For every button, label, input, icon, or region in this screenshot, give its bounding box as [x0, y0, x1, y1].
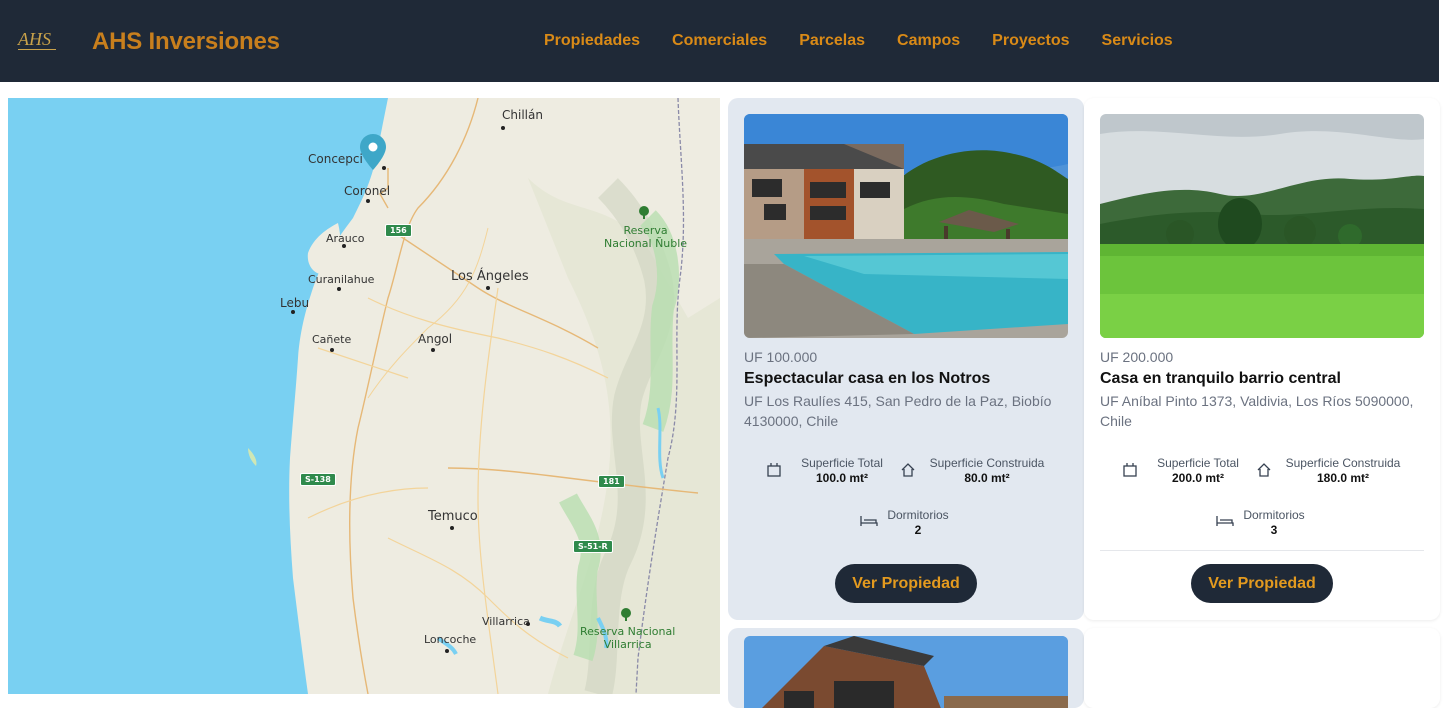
nav-servicios[interactable]: Servicios — [1102, 32, 1173, 50]
feature-label: Superficie Total — [1157, 456, 1239, 470]
park-tree-icon — [621, 608, 631, 621]
map-city-dot — [337, 287, 341, 291]
map-label-los-angeles: Los Ángeles — [451, 269, 529, 284]
map-label-chillan: Chillán — [502, 108, 543, 122]
ver-propiedad-button[interactable]: Ver Propiedad — [835, 564, 977, 603]
nav-propiedades[interactable]: Propiedades — [544, 32, 640, 50]
route-shield-156: 156 — [385, 224, 412, 237]
map-label-canete: Cañete — [312, 333, 352, 346]
map-city-dot — [342, 244, 346, 248]
feature-label: Superficie Construida — [1285, 456, 1401, 470]
feature-label: Dormitorios — [1243, 508, 1305, 522]
feature-label: Dormitorios — [887, 508, 949, 522]
route-shield-s138: S-138 — [300, 473, 336, 486]
feature-label: Superficie Total — [801, 456, 883, 470]
property-price: UF 100.000 — [744, 349, 818, 365]
nav-comerciales[interactable]: Comerciales — [672, 32, 767, 50]
bed-icon — [860, 516, 878, 526]
brand-name[interactable]: AHS Inversiones — [92, 28, 280, 56]
map-city-dot — [486, 286, 490, 290]
property-card[interactable]: UF 100.000 Espectacular casa en los Notr… — [728, 98, 1084, 620]
map-label-curanilahue: Curanilahue — [308, 273, 375, 286]
map-label-concepcion: Concepci — [308, 152, 363, 166]
map-label-loncoche: Loncoche — [424, 633, 477, 646]
map-city-dot — [330, 348, 334, 352]
map-label-reserva-nuble: Reserva Nacional Ñuble — [604, 224, 688, 250]
feature-value: 2 — [914, 523, 922, 537]
feature-value: 180.0 mt² — [1316, 471, 1370, 485]
map-city-dot — [431, 348, 435, 352]
route-shield-181: 181 — [598, 475, 625, 488]
main-nav: Propiedades Comerciales Parcelas Campos … — [544, 32, 1173, 50]
map-city-dot — [450, 526, 454, 530]
nav-proyectos[interactable]: Proyectos — [992, 32, 1069, 50]
property-card[interactable] — [728, 628, 1084, 708]
map-label-coronel: Coronel — [344, 184, 391, 198]
map-marker-icon[interactable] — [360, 134, 386, 170]
bed-icon — [1216, 516, 1234, 526]
map-city-dot — [445, 649, 449, 653]
property-address: UF Aníbal Pinto 1373, Valdivia, Los Ríos… — [1100, 393, 1414, 429]
map-city-dot — [526, 622, 530, 626]
feature-superficie-construida: Superficie Construida 80.0 mt² — [900, 456, 1052, 486]
property-title[interactable]: Espectacular casa en los Notros — [744, 370, 990, 388]
map-label-arauco: Arauco — [326, 232, 365, 245]
feature-label: Superficie Construida — [929, 456, 1045, 470]
map-city-dot — [501, 126, 505, 130]
property-title[interactable]: Casa en tranquilo barrio central — [1100, 370, 1341, 388]
svg-text:AHS: AHS — [17, 29, 51, 49]
house-icon — [1257, 463, 1271, 477]
property-photo[interactable] — [744, 636, 1068, 708]
map-city-dot — [366, 199, 370, 203]
feature-superficie-construida: Superficie Construida 180.0 mt² — [1256, 456, 1408, 486]
property-address: UF Los Raulíes 415, San Pedro de la Paz,… — [744, 393, 1052, 429]
map-label-reserva-villarrica: Reserva Nacional Villarrica — [580, 625, 676, 651]
property-map[interactable]: Chillán Concepci Coronel Arauco Curanila… — [8, 98, 720, 694]
feature-superficie-total: Superficie Total 200.0 mt² — [1120, 456, 1244, 486]
top-navbar: AHS AHS Inversiones Propiedades Comercia… — [0, 0, 1439, 82]
feature-dormitorios: Dormitorios 3 — [1216, 508, 1316, 538]
property-card[interactable]: UF 200.000 Casa en tranquilo barrio cent… — [1084, 98, 1440, 620]
map-label-angol: Angol — [418, 332, 453, 346]
feature-dormitorios: Dormitorios 2 — [860, 508, 960, 538]
ver-propiedad-button[interactable]: Ver Propiedad — [1191, 564, 1333, 603]
map-label-temuco: Temuco — [428, 509, 478, 524]
page-edge — [1439, 0, 1449, 694]
map-city-dot — [291, 310, 295, 314]
feature-superficie-total: Superficie Total 100.0 mt² — [764, 456, 888, 486]
house-icon — [901, 463, 915, 477]
card-divider — [1100, 550, 1424, 551]
property-photo[interactable] — [1100, 114, 1424, 338]
feature-value: 100.0 mt² — [815, 471, 869, 485]
property-price: UF 200.000 — [1100, 349, 1174, 365]
property-card[interactable] — [1084, 628, 1440, 708]
area-icon — [767, 463, 781, 477]
map-label-lebu: Lebu — [280, 296, 310, 310]
feature-value: 200.0 mt² — [1171, 471, 1225, 485]
feature-value: 3 — [1270, 523, 1278, 537]
property-photo[interactable] — [744, 114, 1068, 338]
map-label-villarrica: Villarrica — [482, 615, 530, 628]
company-logo-icon[interactable]: AHS — [16, 27, 58, 55]
route-shield-s51r: S-51-R — [573, 540, 613, 553]
nav-parcelas[interactable]: Parcelas — [799, 32, 865, 50]
area-icon — [1123, 463, 1137, 477]
park-tree-icon — [639, 206, 649, 219]
feature-value: 80.0 mt² — [964, 471, 1010, 485]
nav-campos[interactable]: Campos — [897, 32, 960, 50]
